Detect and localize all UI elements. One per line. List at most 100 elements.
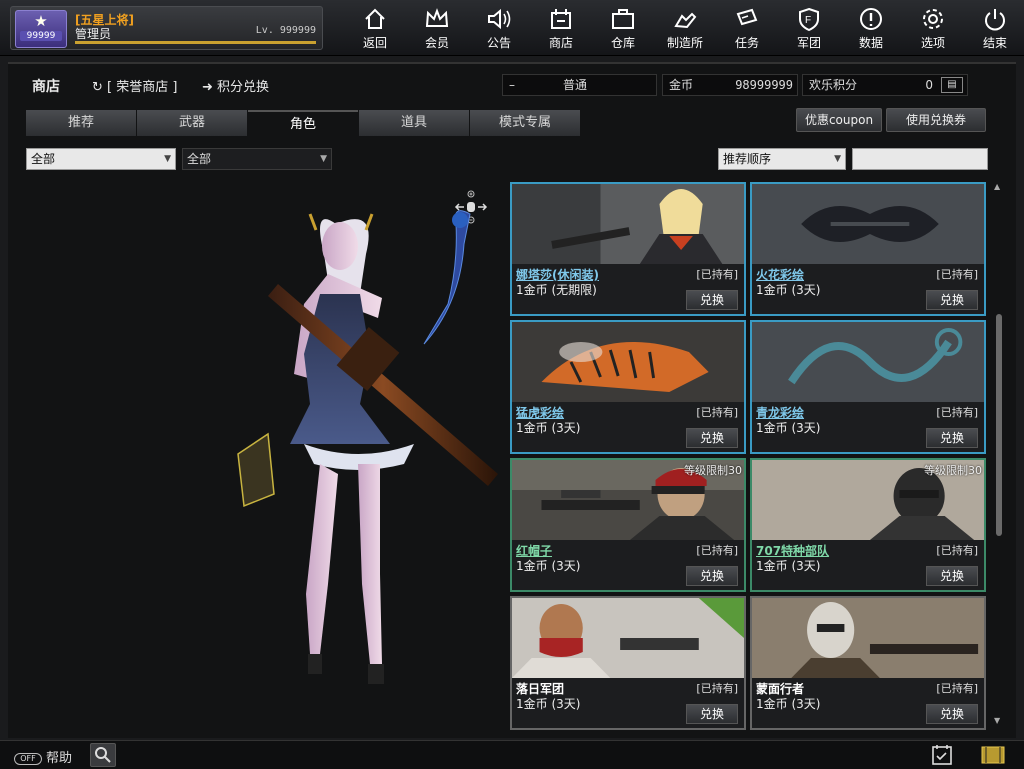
nav-label: 数据: [858, 35, 883, 50]
arrow-circle-icon: ➜: [202, 80, 213, 95]
nav-label: 结束: [982, 35, 1007, 50]
item-image: [512, 322, 744, 402]
search-input[interactable]: [852, 148, 988, 170]
gold-display: 金币 98999999: [662, 74, 798, 96]
tab-2[interactable]: 角色: [248, 110, 358, 136]
item-price: 1金币 (3天): [756, 559, 821, 573]
help-label: 帮助: [46, 751, 73, 766]
honor-shop-label: [ 荣誉商店 ]: [107, 80, 178, 95]
nav-label: 返回: [362, 35, 387, 50]
exchange-button[interactable]: 兑换: [926, 566, 978, 586]
nav-label: 制造所: [666, 35, 703, 50]
nav-briefcase[interactable]: 仓库: [592, 0, 654, 56]
coupon-button[interactable]: 优惠coupon: [796, 108, 882, 132]
nav-shop[interactable]: 商店: [530, 0, 592, 56]
item-card[interactable]: 娜塔莎(休闲装) [已持有] 1金币 (无期限) 兑换: [510, 182, 746, 316]
svg-text:F: F: [805, 15, 811, 26]
item-card[interactable]: 青龙彩绘 [已持有] 1金币 (3天) 兑换: [750, 320, 986, 454]
exchange-button[interactable]: 兑换: [686, 704, 738, 724]
shop-panel: 商店 ↻ [ 荣誉商店 ] ➜ 积分兑换 – 普通 金币 98999999 欢乐…: [8, 62, 1016, 738]
crown-icon: [425, 7, 449, 27]
nav-label: 仓库: [610, 35, 635, 50]
nav-crown[interactable]: 会员: [406, 0, 468, 56]
profile-panel[interactable]: ★ 99999 [五星上将] 管理员 Lv. 999999: [10, 6, 323, 50]
item-image: [512, 184, 744, 264]
main-nav: 返回 会员 公告 商店 仓库 制造所 任务 F 军团 数据 选项 结束: [344, 0, 1024, 56]
exchange-button[interactable]: 兑换: [926, 428, 978, 448]
nav-label: 选项: [920, 35, 945, 50]
nav-mission[interactable]: 任务: [716, 0, 778, 56]
mode-value: 普通: [563, 78, 588, 92]
shop-icon: [551, 8, 571, 29]
item-card[interactable]: 等级限制30 707特种部队 [已持有] 1金币 (3天) 兑换: [750, 458, 986, 592]
filter-select-2[interactable]: 全部 ▼: [182, 148, 332, 170]
tab-4[interactable]: 模式专属: [470, 110, 580, 136]
tab-1[interactable]: 武器: [137, 110, 247, 136]
points-exchange-label: 积分兑换: [217, 80, 270, 95]
tab-0[interactable]: 推荐: [26, 110, 136, 136]
mode-display: – 普通: [502, 74, 657, 96]
nav-factory[interactable]: 制造所: [654, 0, 716, 56]
speaker-icon: [488, 8, 511, 29]
chevron-down-icon: ▼: [320, 154, 327, 164]
item-card[interactable]: 火花彩绘 [已持有] 1金币 (3天) 兑换: [750, 182, 986, 316]
help-toggle[interactable]: OFF 帮助: [14, 747, 72, 766]
owned-label: [已持有]: [696, 268, 738, 281]
owned-label: [已持有]: [696, 682, 738, 695]
nav-power[interactable]: 结束: [964, 0, 1024, 56]
item-card[interactable]: 猛虎彩绘 [已持有] 1金币 (3天) 兑换: [510, 320, 746, 454]
item-card[interactable]: 落日军团 [已持有] 1金币 (3天) 兑换: [510, 596, 746, 730]
xp-bar-fill: [75, 41, 316, 44]
exchange-button[interactable]: 兑换: [926, 290, 978, 310]
mission-icon: [736, 8, 758, 25]
rank-badge-icon: ★ 99999: [15, 10, 67, 48]
user-level: Lv. 999999: [255, 25, 316, 36]
exchange-button[interactable]: 兑换: [686, 566, 738, 586]
filter-select-1[interactable]: 全部 ▼: [26, 148, 176, 170]
nav-shield[interactable]: F 军团: [778, 0, 840, 56]
item-image: [752, 598, 984, 678]
sort-select[interactable]: 推荐顺序 ▼: [718, 148, 846, 170]
item-grid: 娜塔莎(休闲装) [已持有] 1金币 (无期限) 兑换 火花彩绘 [已持有] 1金币 (3天…: [510, 182, 986, 730]
nav-home[interactable]: 返回: [344, 0, 406, 56]
nav-alert[interactable]: 数据: [840, 0, 902, 56]
xp-bar: [75, 41, 316, 44]
nav-label: 公告: [486, 35, 511, 50]
owned-label: [已持有]: [936, 544, 978, 557]
exchange-button[interactable]: 兑换: [926, 704, 978, 724]
scroll-up-icon[interactable]: ▲: [994, 182, 1000, 191]
use-voucher-button[interactable]: 使用兑换券: [886, 108, 986, 132]
film-icon[interactable]: [980, 743, 1006, 767]
chevron-down-icon: ▼: [834, 154, 841, 164]
filter-2-value: 全部: [187, 152, 212, 166]
item-price: 1金币 (3天): [756, 697, 821, 711]
nav-gear[interactable]: 选项: [902, 0, 964, 56]
shop-header: 商店 ↻ [ 荣誉商店 ] ➜ 积分兑换 – 普通 金币 98999999 欢乐…: [8, 64, 1016, 104]
item-price: 1金币 (3天): [756, 283, 821, 297]
calendar-icon[interactable]: [930, 743, 954, 767]
scroll-down-icon[interactable]: ▼: [994, 716, 1000, 725]
item-image: 等级限制30: [752, 460, 984, 540]
scrollbar[interactable]: ▲ ▼: [994, 182, 1004, 732]
fun-points-menu-icon[interactable]: ▤: [941, 77, 963, 93]
points-exchange-link[interactable]: ➜ 积分兑换: [202, 76, 269, 95]
gear-icon: [923, 8, 943, 29]
scroll-thumb[interactable]: [996, 314, 1002, 536]
item-card[interactable]: 蒙面行者 [已持有] 1金币 (3天) 兑换: [750, 596, 986, 730]
owned-label: [已持有]: [936, 268, 978, 281]
tab-3[interactable]: 道具: [359, 110, 469, 136]
honor-shop-link[interactable]: ↻ [ 荣誉商店 ]: [92, 76, 177, 95]
item-card[interactable]: 等级限制30 红帽子 [已持有] 1金币 (3天) 兑换: [510, 458, 746, 592]
search-button[interactable]: [90, 743, 116, 767]
gold-label: 金币: [669, 78, 694, 92]
item-image: [752, 322, 984, 402]
nav-speaker[interactable]: 公告: [468, 0, 530, 56]
alert-icon: [860, 7, 882, 30]
fun-points-label: 欢乐积分: [809, 78, 858, 92]
exchange-button[interactable]: 兑换: [686, 428, 738, 448]
sort-value: 推荐顺序: [723, 152, 772, 166]
refresh-icon: ↻: [92, 80, 103, 95]
exchange-button[interactable]: 兑换: [686, 290, 738, 310]
character-preview[interactable]: [208, 184, 508, 724]
mode-minus: –: [509, 78, 515, 92]
